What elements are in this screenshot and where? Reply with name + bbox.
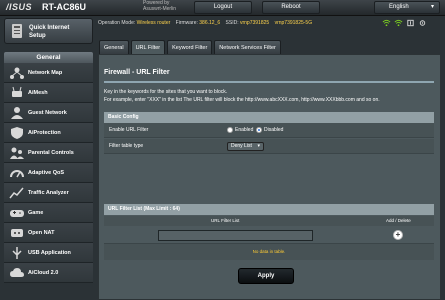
qis-label: Quick Internet Setup — [29, 24, 69, 40]
url-filter-list-header: URL Filter List (Max Limit : 64) — [104, 204, 434, 215]
enable-url-filter-label: Enable URL Filter — [109, 127, 149, 133]
aimesh-icon — [12, 86, 22, 97]
description: Key in the keywords for the sites that y… — [104, 88, 380, 104]
basic-config-header: Basic Config — [104, 112, 434, 123]
sidebar-item-label: Traffic Analyzer — [28, 190, 69, 196]
sidebar-item-parental-controls[interactable]: Parental Controls — [4, 143, 93, 163]
tab-url-filter[interactable]: URL Filter — [130, 40, 166, 54]
aicloud-icon — [10, 268, 24, 277]
filter-table-type-select[interactable]: Deny List ▾ — [227, 142, 264, 151]
sidebar-item-label: Network Map — [28, 70, 63, 76]
wifi-icon[interactable] — [382, 19, 391, 27]
sidebar-item-label: AiMesh — [28, 90, 48, 96]
chevron-down-icon: ▾ — [257, 143, 260, 149]
enabled-radio[interactable] — [227, 127, 233, 133]
sidebar-item-label: AiProtection — [28, 130, 61, 136]
sidebar-item-traffic-analyzer[interactable]: Traffic Analyzer — [4, 183, 93, 203]
network-map-icon — [10, 67, 24, 79]
ssid-label: SSID: — [225, 20, 239, 26]
filter-table-type-row: Filter table type Deny List ▾ — [104, 139, 434, 154]
quick-setup-icon — [12, 24, 22, 38]
sidebar-item-guest-network[interactable]: Guest Network — [4, 103, 93, 123]
powered-by-name: Asuswrt-Merlin — [143, 6, 177, 12]
sidebar-item-aiprotection[interactable]: AiProtection — [4, 123, 93, 143]
ssid-value-5g[interactable]: vrnp7391825-5G — [275, 20, 313, 26]
apply-button[interactable]: Apply — [238, 268, 294, 284]
description-line1: Key in the keywords for the sites that y… — [104, 89, 228, 95]
add-icon[interactable]: + — [393, 230, 403, 240]
tab-general[interactable]: General — [99, 40, 129, 54]
sidebar-item-label: Adaptive QoS — [28, 170, 65, 176]
firmware-value[interactable]: 386.12_6 — [199, 20, 220, 26]
wifi-5g-icon[interactable] — [394, 19, 403, 27]
sidebar-item-label: USB Application — [28, 250, 71, 256]
qis-label-line2: Setup — [29, 33, 46, 39]
enabled-label: Enabled — [235, 127, 254, 133]
no-data-message: No data in table. — [104, 244, 434, 260]
title-divider — [104, 81, 434, 83]
sidebar-menu: Network Map AiMesh Guest Network AiProte… — [4, 63, 93, 283]
sidebar-item-game[interactable]: Game — [4, 203, 93, 223]
language-value: English — [389, 4, 409, 10]
filter-table-type-label: Filter table type — [109, 143, 144, 149]
url-filter-column-header: URL Filter List Add / Delete — [104, 216, 434, 226]
language-select[interactable]: English ▾ — [374, 1, 440, 14]
page-title: Firewall - URL Filter — [104, 69, 170, 76]
aiprotection-icon — [11, 127, 23, 139]
firmware-label: Firmware: — [175, 20, 198, 26]
settings-icon[interactable] — [418, 19, 427, 27]
sidebar-item-adaptive-qos[interactable]: Adaptive QoS — [4, 163, 93, 183]
sidebar-item-network-map[interactable]: Network Map — [4, 63, 93, 83]
guest-network-icon — [11, 107, 23, 119]
sidebar-item-open-nat[interactable]: Open NAT — [4, 223, 93, 243]
reboot-button[interactable]: Reboot — [262, 1, 320, 14]
usb-icon[interactable] — [406, 19, 415, 27]
description-line2: For example, enter "XXX" in the list The… — [104, 97, 380, 103]
traffic-analyzer-icon — [9, 187, 24, 199]
tab-bar: General URL Filter Keyword Filter Networ… — [99, 40, 281, 54]
disabled-radio[interactable] — [256, 127, 262, 133]
game-icon — [10, 210, 24, 217]
asus-logo: /ISUS — [6, 2, 33, 12]
main-panel: General URL Filter Keyword Filter Networ… — [96, 40, 445, 300]
router-model: RT-AC86U — [42, 2, 87, 12]
disabled-label: Disabled — [264, 127, 284, 133]
quick-internet-setup-button[interactable]: Quick Internet Setup — [4, 18, 93, 44]
ssid-value-24[interactable]: vrnp7391825 — [240, 20, 269, 26]
sidebar-item-aimesh[interactable]: AiMesh — [4, 83, 93, 103]
top-bar: /ISUS RT-AC86U Powered by Asuswrt-Merlin… — [0, 0, 445, 16]
sidebar-item-aicloud[interactable]: AiCloud 2.0 — [4, 263, 93, 283]
op-mode-label: Operation Mode: — [98, 20, 136, 26]
url-column-label: URL Filter List — [211, 218, 240, 223]
sidebar-item-label: AiCloud 2.0 — [28, 270, 59, 276]
sidebar-item-label: Game — [28, 210, 44, 216]
filter-table-type-value: Deny List — [231, 143, 252, 149]
sidebar-section-general: General — [4, 52, 93, 63]
tab-network-services-filter[interactable]: Network Services Filter — [214, 40, 281, 54]
url-filter-input[interactable] — [158, 230, 313, 241]
tab-keyword-filter[interactable]: Keyword Filter — [167, 40, 213, 54]
url-input-row: + — [104, 226, 434, 244]
parental-controls-icon — [10, 147, 24, 159]
sidebar-item-label: Open NAT — [28, 230, 55, 236]
op-mode-value[interactable]: Wireless router — [137, 20, 171, 26]
content-area: Firewall - URL Filter Key in the keyword… — [98, 54, 441, 300]
qis-label-line1: Quick Internet — [29, 25, 70, 31]
status-line: Operation Mode: Wireless router Firmware… — [98, 18, 316, 28]
enable-url-filter-row: Enable URL Filter Enabled Disabled — [104, 123, 434, 138]
powered-by: Powered by Asuswrt-Merlin — [143, 0, 176, 12]
sidebar-item-label: Guest Network — [28, 110, 67, 116]
sidebar-item-usb-application[interactable]: USB Application — [4, 243, 93, 263]
usb-application-icon — [12, 247, 22, 259]
status-icons — [382, 19, 427, 28]
logout-button[interactable]: Logout — [194, 1, 252, 14]
chevron-down-icon: ▾ — [430, 4, 434, 10]
sidebar-item-label: Parental Controls — [28, 150, 74, 156]
add-delete-column-label: Add / Delete — [386, 218, 411, 223]
adaptive-qos-icon — [10, 170, 24, 178]
open-nat-icon — [11, 229, 23, 237]
